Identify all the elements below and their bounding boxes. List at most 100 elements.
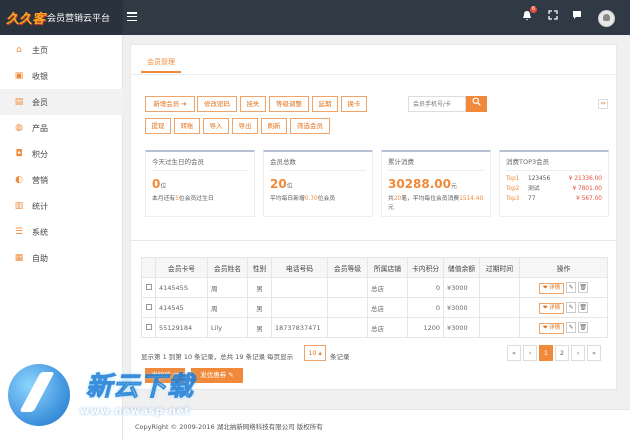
stat-desc: 位会员	[317, 196, 336, 202]
row-select[interactable]	[141, 297, 156, 318]
column-header[interactable]: 电话号码	[271, 257, 328, 278]
next-page-button[interactable]: ›	[571, 345, 585, 361]
cell-balance: ¥3000	[443, 297, 480, 318]
system-icon: ☰	[14, 227, 24, 237]
stat-total-consumption: 累计消费 30288.00元 共20笔，平均每位会员消费1514.40元	[381, 150, 491, 217]
extend-button[interactable]: 延期	[312, 96, 338, 112]
refresh-button[interactable]: 刷新	[261, 118, 287, 134]
sidebar-item-marketing[interactable]: ◐ 营销	[0, 167, 123, 193]
change-card-button[interactable]: 换卡	[341, 96, 367, 112]
stat-title: 累计消费	[388, 156, 484, 171]
message-icon[interactable]	[570, 10, 584, 24]
detail-button[interactable]: ❤ 详情	[538, 282, 565, 294]
sidebar-item-label: 会员	[32, 97, 48, 107]
level-adjust-button[interactable]: 等级调整	[269, 96, 309, 112]
notification-badge: 6	[530, 6, 537, 13]
stat-desc: 位会员过生日	[178, 196, 214, 202]
row-checkbox[interactable]	[145, 283, 152, 290]
top3-money: ¥ 7801.00	[572, 186, 602, 192]
menu-toggle-icon[interactable]	[127, 12, 137, 22]
stat-title: 会员总数	[270, 156, 366, 171]
top-bar: 久久客 会员营销云平台 6	[0, 0, 630, 35]
watermark-title: 新云下载	[85, 372, 195, 403]
sidebar-item-system[interactable]: ☰ 系统	[0, 219, 123, 245]
row-select[interactable]	[141, 317, 156, 338]
column-header[interactable]: 性别	[247, 257, 272, 278]
collapse-icon[interactable]: ⇔	[598, 99, 608, 109]
stat-unit: 元	[451, 183, 458, 190]
first-page-button[interactable]: «	[507, 345, 521, 361]
delete-icon[interactable]: 🗑	[578, 301, 589, 313]
cashier-icon: ▣	[14, 71, 24, 81]
search-input[interactable]	[408, 96, 466, 112]
column-header[interactable]: 过期时间	[479, 257, 520, 278]
top3-name: 测试	[528, 186, 540, 192]
column-header: 操作	[519, 257, 608, 278]
filter-members-button[interactable]: 筛选会员	[290, 118, 330, 134]
sidebar-item-label: 产品	[32, 123, 48, 133]
prev-page-button[interactable]: ‹	[523, 345, 537, 361]
sidebar-item-product[interactable]: ◍ 产品	[0, 115, 123, 141]
stat-unit: 位	[160, 183, 167, 190]
stat-desc: 元	[388, 205, 394, 211]
column-header[interactable]: 会员卡号	[155, 257, 208, 278]
export-button[interactable]: 导出	[232, 118, 258, 134]
report-loss-button[interactable]: 挂失	[240, 96, 266, 112]
edit-icon[interactable]: ✎	[566, 281, 577, 293]
delete-icon[interactable]: 🗑	[578, 321, 589, 333]
table-header-row: 会员卡号 会员姓名 性别 电话号码 会员等级 所属店铺 卡内积分 储值余额 过期…	[141, 257, 608, 278]
page-2-button[interactable]: 2	[555, 345, 569, 361]
detail-button[interactable]: ❤ 详情	[538, 322, 565, 334]
search-icon	[472, 97, 481, 106]
column-header[interactable]: 会员姓名	[207, 257, 248, 278]
stat-unit: 位	[286, 183, 293, 190]
cell-points: 0	[407, 297, 444, 318]
column-header[interactable]: 储值余额	[443, 257, 480, 278]
sidebar-item-member[interactable]: ▤ 会员	[0, 89, 123, 115]
row-checkbox[interactable]	[145, 303, 152, 310]
avatar[interactable]	[598, 10, 615, 27]
points-icon: ◘	[15, 149, 23, 159]
detail-button[interactable]: ❤ 详情	[538, 302, 565, 314]
import-button[interactable]: 导入	[203, 118, 229, 134]
product-icon: ◍	[15, 123, 23, 133]
page-1-button[interactable]: 1	[539, 345, 553, 361]
fullscreen-icon[interactable]	[546, 10, 560, 24]
last-page-button[interactable]: »	[587, 345, 601, 361]
cell-name: Lily	[207, 317, 248, 338]
search-button[interactable]	[466, 96, 487, 112]
row-checkbox[interactable]	[145, 323, 152, 330]
top3-money: ¥ 21336.00	[568, 176, 602, 182]
sidebar-item-home[interactable]: ⌂ 主页	[0, 37, 123, 63]
cell-expire	[479, 317, 520, 338]
top3-rank: Top3	[506, 196, 520, 202]
sidebar-item-label: 系统	[32, 227, 48, 237]
add-member-button[interactable]: 新增会员 ➔	[145, 96, 195, 112]
bell-icon[interactable]: 6	[520, 6, 537, 24]
column-header[interactable]: 所属店铺	[367, 257, 408, 278]
sidebar-item-self-service[interactable]: ▦ 自助	[0, 245, 123, 271]
change-password-button[interactable]: 修改密码	[197, 96, 237, 112]
cell-phone	[271, 297, 328, 318]
table-row: 414545S 周 男 总店 0 ¥3000 ❤ 详情 ✎ 🗑	[141, 277, 608, 298]
row-select[interactable]	[141, 277, 156, 298]
edit-icon[interactable]: ✎	[566, 321, 577, 333]
page-size-select[interactable]: 10 ▴	[304, 345, 326, 361]
cell-actions: ❤ 详情 ✎ 🗑	[519, 317, 608, 338]
top3-rank: Top2	[506, 186, 520, 192]
cell-phone	[271, 277, 328, 298]
transfer-button[interactable]: 转账	[174, 118, 200, 134]
sidebar-item-cashier[interactable]: ▣ 收银	[0, 63, 123, 89]
sidebar-item-points[interactable]: ◘ 积分	[0, 141, 123, 167]
cell-gender: 男	[247, 277, 272, 298]
stat-title: 消费TOP3会员	[506, 156, 602, 171]
delete-icon[interactable]: 🗑	[578, 281, 589, 293]
logo: 久久客	[6, 12, 46, 27]
edit-icon[interactable]: ✎	[566, 301, 577, 313]
column-header[interactable]: 会员等级	[327, 257, 368, 278]
sidebar-item-stats[interactable]: ▥ 统计	[0, 193, 123, 219]
withdraw-button[interactable]: 提现	[145, 118, 171, 134]
column-header[interactable]: 卡内积分	[407, 257, 444, 278]
tab-member-management[interactable]: 会员管理	[141, 53, 181, 73]
stats-icon: ▥	[14, 201, 24, 211]
